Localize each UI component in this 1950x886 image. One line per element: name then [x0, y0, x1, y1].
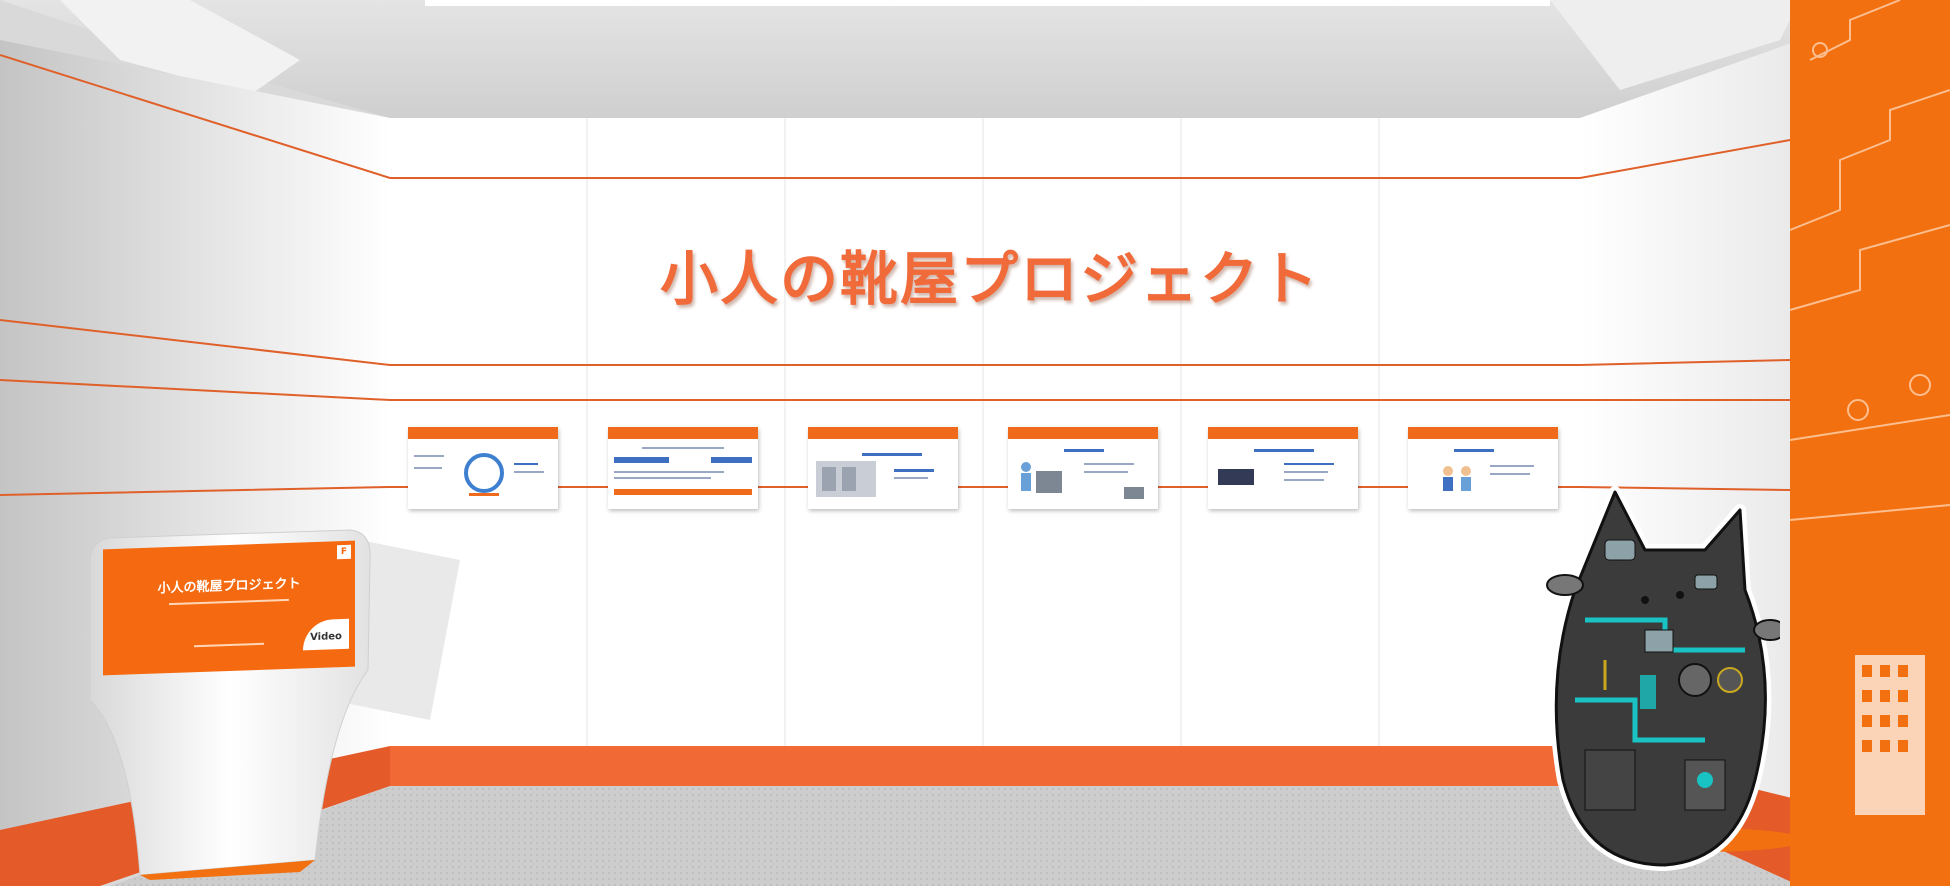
video-button[interactable]: Video: [303, 618, 349, 651]
panel-header: [1408, 427, 1558, 439]
panel-header: [1008, 427, 1158, 439]
factory-illustration-icon: [816, 453, 934, 497]
presentation-panel-6[interactable]: [1408, 427, 1558, 509]
presentation-panel-5[interactable]: [1208, 427, 1358, 509]
presentation-panel-3[interactable]: [808, 427, 958, 509]
wall-title: 小人の靴屋プロジェクト: [660, 245, 1321, 313]
virtual-exhibition-room: 小人の靴屋プロジェクト F 小人の靴屋プロジェクト Video: [0, 0, 1950, 886]
panel-header: [808, 427, 958, 439]
robot-cat-icon[interactable]: [1545, 480, 1780, 875]
presentation-panel-2[interactable]: [608, 427, 758, 509]
handshake-illustration-icon: [1443, 449, 1534, 491]
panel-header: [1208, 427, 1358, 439]
cycle-diagram-icon: [414, 453, 544, 496]
worker-illustration-icon: [1021, 449, 1144, 499]
company-logo-icon: F: [337, 544, 351, 560]
kiosk-video-screen[interactable]: F 小人の靴屋プロジェクト Video: [103, 540, 355, 676]
presentation-panel-4[interactable]: [1008, 427, 1158, 509]
meeting-illustration-icon: [1218, 449, 1334, 485]
presentation-panel-1[interactable]: [408, 427, 558, 509]
panel-header: [608, 427, 758, 439]
panel-header: [408, 427, 558, 439]
